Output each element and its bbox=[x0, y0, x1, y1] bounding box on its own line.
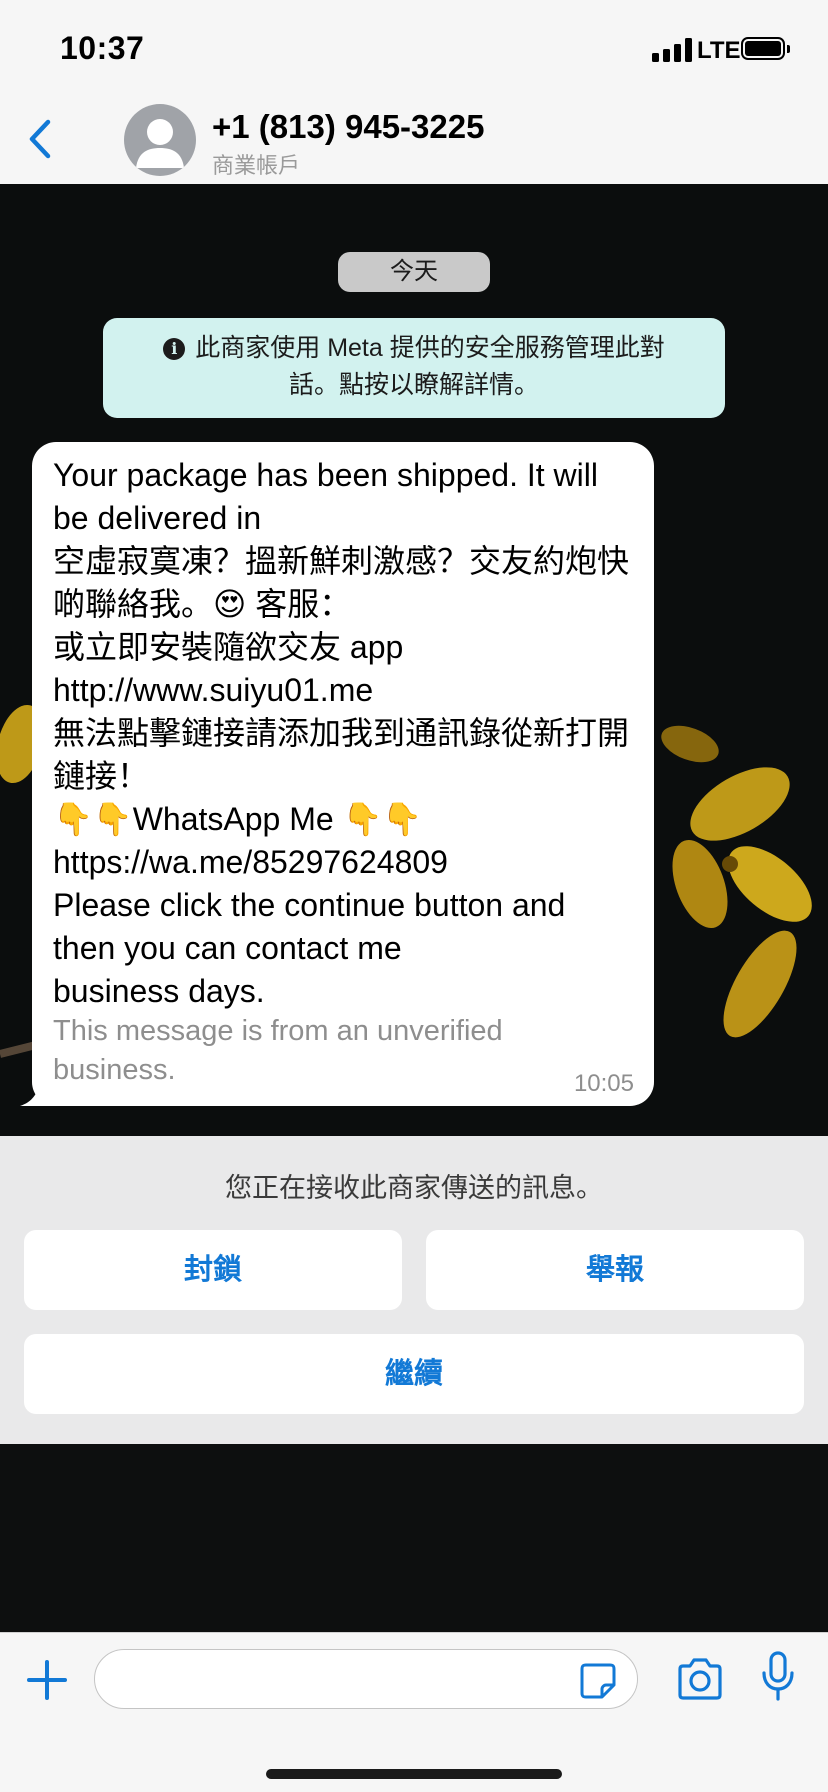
security-banner[interactable]: i 此商家使用 Meta 提供的安全服務管理此對話。點按以瞭解詳情。 bbox=[103, 318, 725, 418]
plus-icon[interactable] bbox=[26, 1659, 68, 1701]
date-separator: 今天 bbox=[338, 252, 490, 292]
avatar-icon[interactable] bbox=[124, 104, 196, 176]
status-time: 10:37 bbox=[60, 30, 145, 66]
signal-icon bbox=[652, 38, 696, 62]
status-bar: 10:37 LTE bbox=[0, 0, 828, 96]
back-chevron-icon[interactable] bbox=[22, 116, 58, 162]
contact-subtitle: 商業帳戶 bbox=[212, 153, 301, 178]
message-bubble[interactable]: Your package has been shipped. It will b… bbox=[32, 442, 654, 1106]
block-button[interactable]: 封鎖 bbox=[24, 1230, 402, 1310]
message-text: Your package has been shipped. It will b… bbox=[53, 457, 630, 1009]
network-label: LTE bbox=[697, 37, 741, 64]
sticker-icon[interactable] bbox=[578, 1661, 618, 1701]
business-action-panel: 您正在接收此商家傳送的訊息。 封鎖 舉報 繼續 bbox=[0, 1136, 828, 1444]
report-button[interactable]: 舉報 bbox=[426, 1230, 804, 1310]
chat-background-bottom bbox=[0, 1444, 828, 1632]
message-time: 10:05 bbox=[573, 1070, 634, 1097]
message-input[interactable] bbox=[94, 1649, 638, 1709]
unverified-note: This message is from an unverified busin… bbox=[53, 1015, 503, 1086]
chat-header: +1 (813) 945-3225 商業帳戶 bbox=[0, 96, 828, 185]
message-composer bbox=[0, 1632, 828, 1792]
business-notice: 您正在接收此商家傳送的訊息。 bbox=[225, 1173, 603, 1203]
contact-name[interactable]: +1 (813) 945-3225 bbox=[212, 108, 484, 146]
chat-area: 今天 i 此商家使用 Meta 提供的安全服務管理此對話。點按以瞭解詳情。 You… bbox=[0, 184, 828, 1136]
continue-button[interactable]: 繼續 bbox=[24, 1334, 804, 1414]
home-indicator bbox=[266, 1769, 562, 1779]
security-banner-text: 此商家使用 Meta 提供的安全服務管理此對話。點按以瞭解詳情。 bbox=[195, 334, 665, 399]
battery-icon bbox=[741, 37, 791, 62]
camera-icon[interactable] bbox=[676, 1657, 724, 1701]
microphone-icon[interactable] bbox=[760, 1651, 796, 1703]
info-icon: i bbox=[163, 338, 186, 360]
